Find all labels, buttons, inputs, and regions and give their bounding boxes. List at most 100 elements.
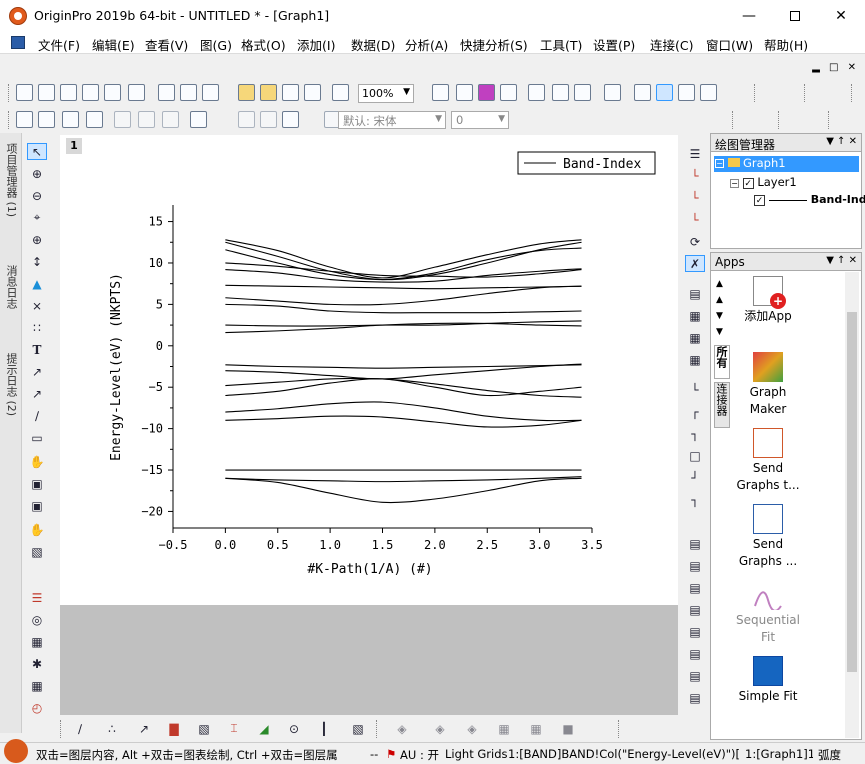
rescale-x-icon[interactable]: └ (685, 189, 705, 206)
apps-scrollbar[interactable] (845, 272, 859, 738)
curved-arrow-icon[interactable]: ↗ (27, 385, 47, 402)
results-log-icon[interactable] (500, 84, 517, 101)
set-xy-icon[interactable] (114, 111, 131, 128)
tree-node-plot[interactable]: ✓ Band-Ind (754, 193, 865, 206)
rescale-y-icon[interactable]: └ (685, 211, 705, 228)
band-line[interactable] (225, 285, 582, 306)
column-plot-icon[interactable]: ▇ (164, 720, 184, 737)
arrow-tool-icon[interactable]: ↗ (27, 363, 47, 380)
save-project-icon[interactable] (282, 84, 299, 101)
app-simple-fit[interactable]: Simple Fit (733, 656, 803, 705)
new-workbook-icon[interactable] (60, 84, 77, 101)
zoom-in-icon[interactable]: ⊕ (27, 165, 47, 182)
menu-format[interactable]: 格式(O) (241, 35, 286, 54)
command-window-icon[interactable] (528, 84, 545, 101)
apps-tab-connectors[interactable]: 连接器 (714, 382, 730, 428)
object-manager-icon[interactable] (678, 84, 695, 101)
pointer-icon[interactable]: ↖ (27, 143, 47, 160)
status-auto-update[interactable]: AU : 开 (400, 747, 439, 763)
band-line[interactable] (225, 476, 582, 483)
menu-window[interactable]: 窗口(W) (706, 35, 753, 54)
collapse-icon[interactable]: − (730, 179, 739, 188)
app-send-graphs-ppt[interactable]: Send Graphs t... (733, 428, 803, 494)
menu-edit[interactable]: 编辑(E) (92, 35, 135, 54)
insert-chart-icon[interactable]: ▣ (27, 497, 47, 514)
tab-smart-hint-log[interactable]: 提示日志 (2) (3, 353, 19, 416)
3d-ternary-icon[interactable]: ▦ (526, 720, 546, 737)
merge-graphs-icon[interactable]: ▦ (685, 351, 705, 368)
region-of-interest-icon[interactable]: ▲ (27, 275, 47, 292)
statistics-icon[interactable] (162, 111, 179, 128)
menu-graph[interactable]: 图(G) (200, 35, 232, 54)
refresh-icon[interactable]: ⟳ (685, 233, 705, 250)
new-layout-icon[interactable] (180, 84, 197, 101)
template-library-icon[interactable]: ▧ (348, 720, 368, 737)
menu-gadgets[interactable]: 快捷分析(S) (460, 35, 528, 54)
menu-preferences[interactable]: 设置(P) (593, 35, 635, 54)
toolbar-grip[interactable] (618, 720, 621, 738)
align-layers-icon[interactable]: ▤ (685, 557, 705, 574)
layer-icon[interactable]: ▧ (27, 543, 47, 560)
plot-checkbox[interactable]: ✓ (754, 195, 765, 206)
add-layer-icon[interactable]: ▤ (685, 285, 705, 302)
new-notes-icon[interactable] (158, 84, 175, 101)
zoom-out-icon[interactable]: ⊖ (27, 187, 47, 204)
toolbar-grip[interactable] (376, 720, 379, 738)
layer-management-icon[interactable] (574, 84, 591, 101)
band-line[interactable] (225, 241, 582, 281)
legend[interactable]: Band-Index (517, 151, 656, 175)
project-explorer-icon[interactable] (604, 84, 621, 101)
menu-analysis[interactable]: 分析(A) (405, 35, 448, 54)
axis-bottom-icon[interactable]: └ (685, 381, 705, 398)
script-window-icon[interactable] (552, 84, 569, 101)
delete-icon[interactable] (86, 111, 103, 128)
menu-file[interactable]: 文件(F) (38, 35, 80, 54)
asterisk-icon[interactable]: ✱ (27, 655, 47, 672)
toolbar-grip[interactable] (754, 84, 757, 102)
copy-icon[interactable] (260, 111, 277, 128)
print-icon[interactable] (432, 84, 449, 101)
toolbar-grip[interactable] (8, 111, 11, 129)
band-line[interactable] (225, 415, 582, 428)
cut-icon[interactable] (238, 111, 255, 128)
axis-right-icon[interactable]: ┐ (685, 425, 705, 442)
arrange-layers-icon[interactable]: ▤ (685, 535, 705, 552)
find-icon[interactable] (634, 84, 651, 101)
multi-panel-icon[interactable]: ▧ (194, 720, 214, 737)
axis-cross-icon[interactable]: ┐ (685, 491, 705, 508)
insert-graph-icon[interactable]: ▣ (27, 475, 47, 492)
axis-box-icon[interactable]: □ (685, 447, 705, 464)
area-plot-icon[interactable]: ◢ (254, 720, 274, 737)
text-tool-icon[interactable]: T (27, 341, 47, 358)
merge-icon[interactable]: ▦ (27, 633, 47, 650)
new-function-icon[interactable] (128, 84, 145, 101)
new-excel-icon[interactable] (202, 84, 219, 101)
apps-scroll-arrows[interactable]: ▲ ▲ ▼ ▼ (716, 276, 723, 340)
circle-icon[interactable]: ◎ (27, 611, 47, 628)
mask-points-icon[interactable]: ∷ (27, 319, 47, 336)
line-tool-icon[interactable]: ∕ (27, 407, 47, 424)
messages-log-icon[interactable] (700, 84, 717, 101)
layer-size-icon[interactable]: ▤ (685, 689, 705, 706)
toolbar-grip[interactable] (778, 111, 781, 129)
save-template-icon[interactable] (304, 84, 321, 101)
app-add-app[interactable]: + 添加App (733, 276, 803, 325)
tab-project-explorer[interactable]: 项目管理器 (1) (3, 143, 19, 217)
extract-layers-icon[interactable]: ▤ (685, 645, 705, 662)
toolbar-grip[interactable] (851, 84, 854, 102)
menu-connectivity[interactable]: 连接(C) (650, 35, 693, 54)
panel-layers-icon[interactable]: ▦ (685, 329, 705, 346)
status-angle-unit[interactable]: 弧度 (818, 747, 841, 763)
menu-help[interactable]: 帮助(H) (764, 35, 808, 54)
minimize-button[interactable]: — (726, 0, 772, 32)
open-icon[interactable] (238, 84, 255, 101)
contour-icon[interactable]: ■ (558, 720, 578, 737)
band-line[interactable] (225, 322, 582, 334)
status-theme[interactable]: Light Grids (445, 747, 507, 761)
box-chart-icon[interactable]: ⌶ (224, 720, 244, 737)
font-size-select[interactable]: 0 ▼ (451, 111, 509, 129)
3d-surface-icon[interactable]: ◈ (392, 720, 412, 737)
tree-node-graph[interactable]: − Graph1 (714, 156, 859, 172)
new-project-icon[interactable] (16, 84, 33, 101)
rescale-xy-icon[interactable]: └ (685, 167, 705, 184)
